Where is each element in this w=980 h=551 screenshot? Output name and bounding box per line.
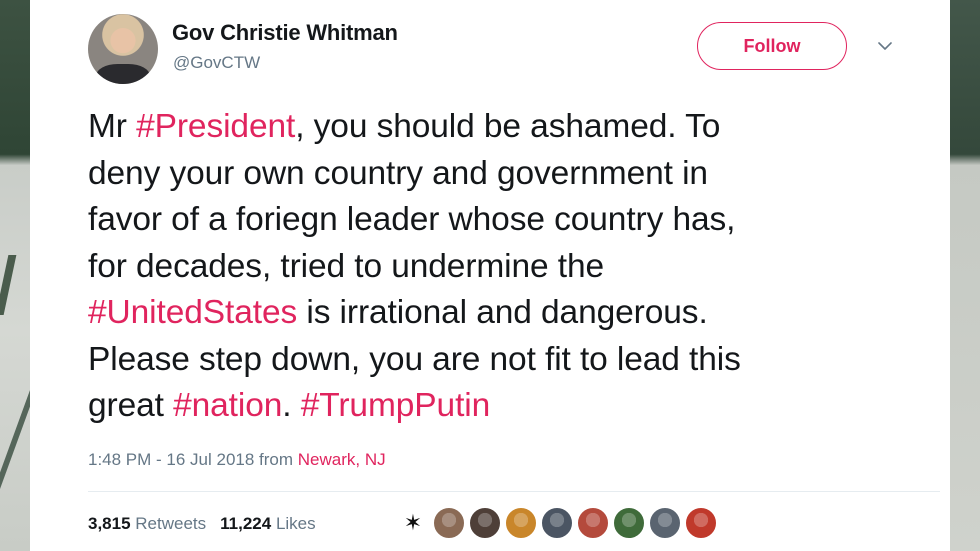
avatar[interactable]: [88, 14, 158, 84]
tweet-text-segment: Please step down, you are not fit to lea…: [88, 340, 741, 378]
tweet-text-segment: for decades, tried to undermine the: [88, 247, 605, 285]
timestamp[interactable]: 1:48 PM - 16 Jul 2018 from: [88, 450, 298, 469]
avatar-shoulders: [96, 64, 150, 84]
tweet-line: Mr #President, you should be ashamed. To: [88, 104, 928, 151]
liker-avatar[interactable]: [612, 506, 646, 540]
tweet-line: for decades, tried to undermine the: [88, 244, 928, 291]
location-link[interactable]: Newark, NJ: [298, 450, 386, 469]
tweet-text-segment: is irrational and dangerous.: [297, 294, 708, 331]
tweet-text: Mr #President, you should be ashamed. To…: [88, 104, 928, 430]
tweet-stats: 3,815 Retweets 11,224 Likes: [88, 514, 316, 534]
tweet-timestamp: 1:48 PM - 16 Jul 2018 from Newark, NJ: [88, 450, 386, 470]
liker-avatar[interactable]: [504, 506, 538, 540]
liker-avatar[interactable]: [540, 506, 574, 540]
display-name[interactable]: Gov Christie Whitman: [172, 20, 398, 46]
background-photo-right: [950, 0, 980, 551]
hashtag-link[interactable]: #nation: [173, 387, 282, 424]
tweet-text-segment: great: [88, 387, 174, 424]
tweet-line: Please step down, you are not fit to lea…: [88, 337, 928, 384]
tweet-text-segment: .: [282, 387, 301, 424]
chevron-down-icon[interactable]: [877, 38, 893, 54]
tweet-card: Gov Christie Whitman @GovCTW Follow Mr #…: [30, 0, 950, 551]
likes-label: Likes: [275, 514, 316, 533]
background-photo-left: [0, 0, 37, 551]
liker-avatar[interactable]: [684, 506, 718, 540]
liker-avatar[interactable]: [432, 506, 466, 540]
retweets-stat[interactable]: 3,815 Retweets: [88, 514, 206, 533]
user-handle[interactable]: @GovCTW: [173, 53, 260, 73]
retweets-label: Retweets: [135, 514, 207, 533]
liker-avatar[interactable]: [576, 506, 610, 540]
tweet-line: deny your own country and government in: [88, 151, 928, 198]
tweet-text-segment: Mr: [88, 108, 137, 145]
liker-avatars: ✶: [396, 505, 720, 541]
hashtag-link[interactable]: #UnitedStates: [88, 294, 297, 331]
liker-avatar[interactable]: [648, 506, 682, 540]
follow-button[interactable]: Follow: [697, 22, 847, 70]
tweet-line: favor of a foriegn leader whose country …: [88, 197, 928, 244]
hashtag-link[interactable]: #TrumpPutin: [301, 387, 491, 424]
likes-stat[interactable]: 11,224 Likes: [220, 514, 315, 533]
hashtag-link[interactable]: #President: [136, 108, 295, 145]
likes-count: 11,224: [220, 514, 272, 533]
retweets-count: 3,815: [88, 514, 131, 533]
background-shape: [0, 255, 17, 315]
tweet-line: #UnitedStates is irrational and dangerou…: [88, 290, 928, 337]
tweet-text-segment: deny your own country and government in: [88, 154, 708, 192]
divider: [88, 491, 940, 492]
rebel-alliance-icon[interactable]: ✶: [396, 506, 430, 540]
tweet-text-segment: favor of a foriegn leader whose country …: [88, 201, 736, 238]
liker-avatar[interactable]: [468, 506, 502, 540]
tweet-line: great #nation. #TrumpPutin: [88, 383, 928, 430]
tweet-text-segment: , you should be ashamed. To: [295, 108, 721, 145]
